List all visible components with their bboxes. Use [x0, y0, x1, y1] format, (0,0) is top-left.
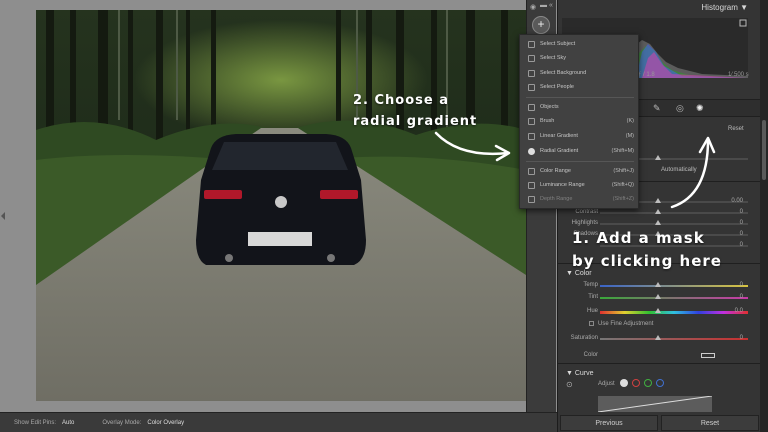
step1-annotation-line1: 1. Add a mask — [572, 229, 705, 247]
annotation-arrows — [434, 131, 716, 209]
step1-annotation-line2: by clicking here — [572, 252, 722, 270]
step2-annotation-line1: 2. Choose a — [353, 93, 450, 108]
arrow-to-mask-button — [670, 138, 710, 209]
arrow-to-radial-gradient — [434, 131, 510, 155]
step2-annotation-line2: radial gradient — [353, 114, 478, 129]
